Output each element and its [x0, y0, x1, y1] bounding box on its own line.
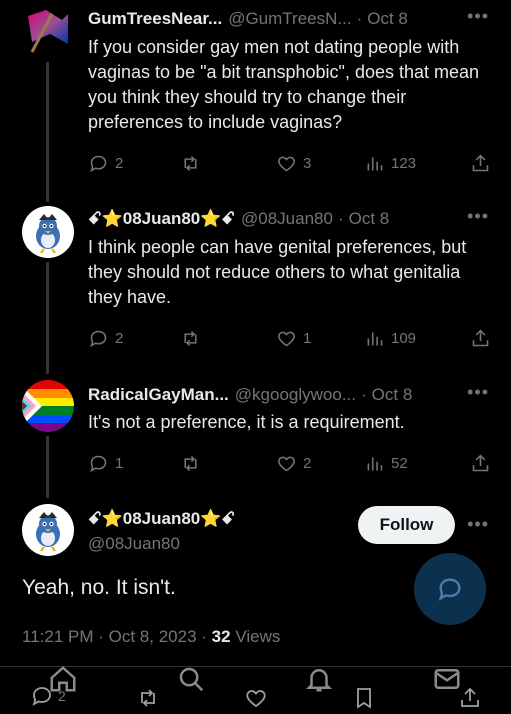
more-icon[interactable]: ••• [467, 206, 489, 227]
retweet-button[interactable] [180, 153, 276, 174]
reply-icon [90, 455, 107, 472]
tweet[interactable]: GumTreesNear... @GumTreesN... · Oct 8 ••… [0, 0, 511, 190]
like-count: 1 [303, 329, 312, 347]
like-button[interactable]: 1 [276, 328, 364, 349]
avatar[interactable] [22, 206, 74, 258]
reply-count: 1 [115, 454, 124, 472]
bottom-nav [0, 662, 511, 714]
avatar[interactable] [22, 380, 74, 432]
more-icon[interactable]: ••• [467, 514, 489, 535]
views-label: Views [235, 627, 281, 646]
separator-dot: · [337, 209, 344, 228]
heart-icon [278, 456, 295, 471]
heart-icon [278, 331, 295, 346]
tweet-text: It's not a preference, it is a requireme… [88, 412, 405, 432]
search-icon[interactable] [176, 664, 206, 699]
author-handle[interactable]: @08Juan80 [241, 209, 333, 229]
author-name[interactable]: GumTreesNear... [88, 9, 222, 29]
main-tweet-text: Yeah, no. It isn't. [22, 576, 176, 599]
share-icon [472, 154, 489, 171]
separator-dot: · [356, 9, 363, 28]
retweet-icon [184, 155, 197, 171]
reply-button[interactable]: 2 [88, 153, 180, 174]
follow-button[interactable]: Follow [358, 506, 455, 544]
notifications-icon[interactable] [304, 664, 334, 699]
reply-button[interactable]: 1 [88, 453, 180, 474]
separator-dot: · [98, 627, 109, 646]
views-icon [367, 156, 383, 170]
retweet-icon [184, 455, 197, 471]
retweet-button[interactable] [180, 453, 276, 474]
view-count: 109 [391, 329, 417, 347]
retweet-icon [184, 330, 197, 346]
share-icon [472, 329, 489, 346]
views-icon [367, 456, 383, 470]
views-icon [367, 331, 383, 345]
view-count: 52 [391, 454, 408, 472]
like-count: 3 [303, 154, 312, 172]
views-button[interactable]: 52 [364, 453, 454, 474]
author-name[interactable]: ꗃ⭐08Juan80⭐ꗃ [88, 209, 235, 229]
share-button[interactable] [470, 153, 491, 174]
author-handle[interactable]: @kgooglywoo... [235, 385, 356, 405]
like-button[interactable]: 2 [276, 453, 364, 474]
views-button[interactable]: 109 [364, 328, 454, 349]
views-count: 32 [211, 627, 231, 646]
home-icon[interactable] [48, 664, 78, 699]
heart-icon [278, 156, 295, 171]
tweet-full-date[interactable]: Oct 8, 2023 [109, 627, 197, 646]
share-button[interactable] [470, 328, 491, 349]
reply-count: 2 [115, 154, 124, 172]
avatar[interactable] [22, 4, 74, 56]
compose-reply-button[interactable] [414, 553, 486, 625]
tweet-date[interactable]: Oct 8 [367, 9, 408, 29]
like-button[interactable]: 3 [276, 153, 364, 174]
share-button[interactable] [470, 453, 491, 474]
more-icon[interactable]: ••• [467, 6, 489, 27]
tweet[interactable]: ꗃ⭐08Juan80⭐ꗃ @08Juan80 · Oct 8 ••• I thi… [0, 200, 511, 370]
tweet-time[interactable]: 11:21 PM [22, 627, 94, 646]
tweet-text: If you consider gay men not dating peopl… [88, 37, 480, 132]
view-count: 123 [391, 154, 417, 172]
reply-button[interactable]: 2 [88, 328, 180, 349]
author-handle[interactable]: @08Juan80 [88, 534, 180, 554]
share-icon [472, 454, 489, 471]
tweet-date[interactable]: Oct 8 [349, 209, 390, 229]
reply-icon [90, 330, 107, 347]
avatar[interactable] [22, 504, 74, 556]
reply-count: 2 [115, 329, 124, 347]
separator-dot: · [201, 627, 212, 646]
tweet[interactable]: RadicalGayMan... @kgooglywoo... · Oct 8 … [0, 376, 511, 496]
tweet-date[interactable]: Oct 8 [372, 385, 413, 405]
messages-icon[interactable] [432, 664, 462, 699]
more-icon[interactable]: ••• [467, 382, 489, 403]
compose-reply-icon [438, 578, 461, 601]
retweet-button[interactable] [180, 328, 276, 349]
reply-icon [90, 155, 107, 172]
author-handle[interactable]: @GumTreesN... [228, 9, 351, 29]
author-name[interactable]: RadicalGayMan... [88, 385, 229, 405]
views-button[interactable]: 123 [364, 153, 454, 174]
separator-dot: · [361, 385, 367, 404]
tweet-text: I think people can have genital preferen… [88, 237, 467, 307]
like-count: 2 [303, 454, 312, 472]
author-name[interactable]: ꗃ⭐08Juan80⭐ꗃ [88, 509, 235, 529]
tweet-meta: 11:21 PM · Oct 8, 2023 · 32 Views [22, 627, 280, 647]
